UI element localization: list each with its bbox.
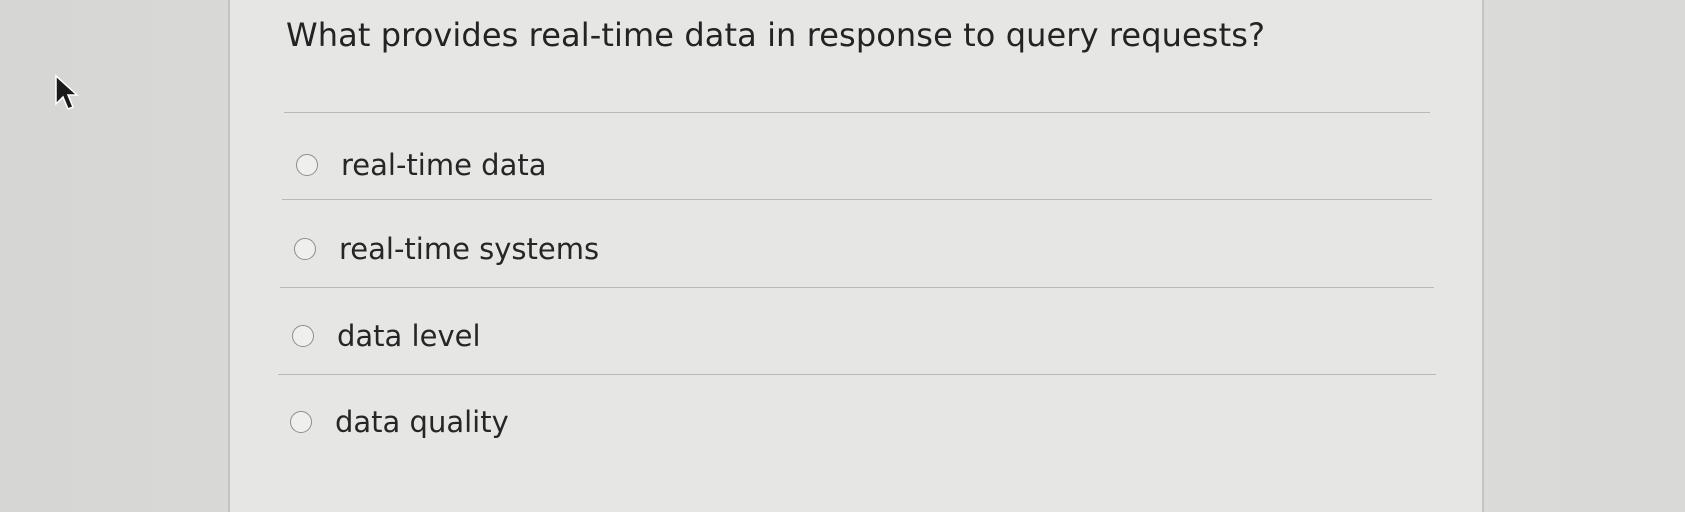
mouse-pointer-icon [55, 74, 79, 110]
radio-button[interactable] [290, 411, 312, 433]
option-label: data quality [335, 405, 509, 439]
quiz-card: What provides real-time data in response… [228, 0, 1484, 512]
radio-button[interactable] [292, 325, 314, 347]
option-divider [280, 287, 1434, 288]
option-divider [278, 374, 1436, 375]
option-data-level[interactable]: data level [292, 319, 481, 353]
option-real-time-systems[interactable]: real-time systems [294, 232, 599, 266]
option-label: real-time systems [339, 232, 600, 266]
option-label: real-time data [341, 148, 547, 182]
question-text: What provides real-time data in response… [286, 16, 1266, 54]
option-divider [282, 199, 1432, 200]
radio-button[interactable] [294, 238, 316, 260]
radio-button[interactable] [296, 154, 318, 176]
question-divider [284, 112, 1430, 113]
option-real-time-data[interactable]: real-time data [296, 148, 546, 182]
option-label: data level [337, 319, 481, 353]
option-data-quality[interactable]: data quality [290, 405, 509, 439]
